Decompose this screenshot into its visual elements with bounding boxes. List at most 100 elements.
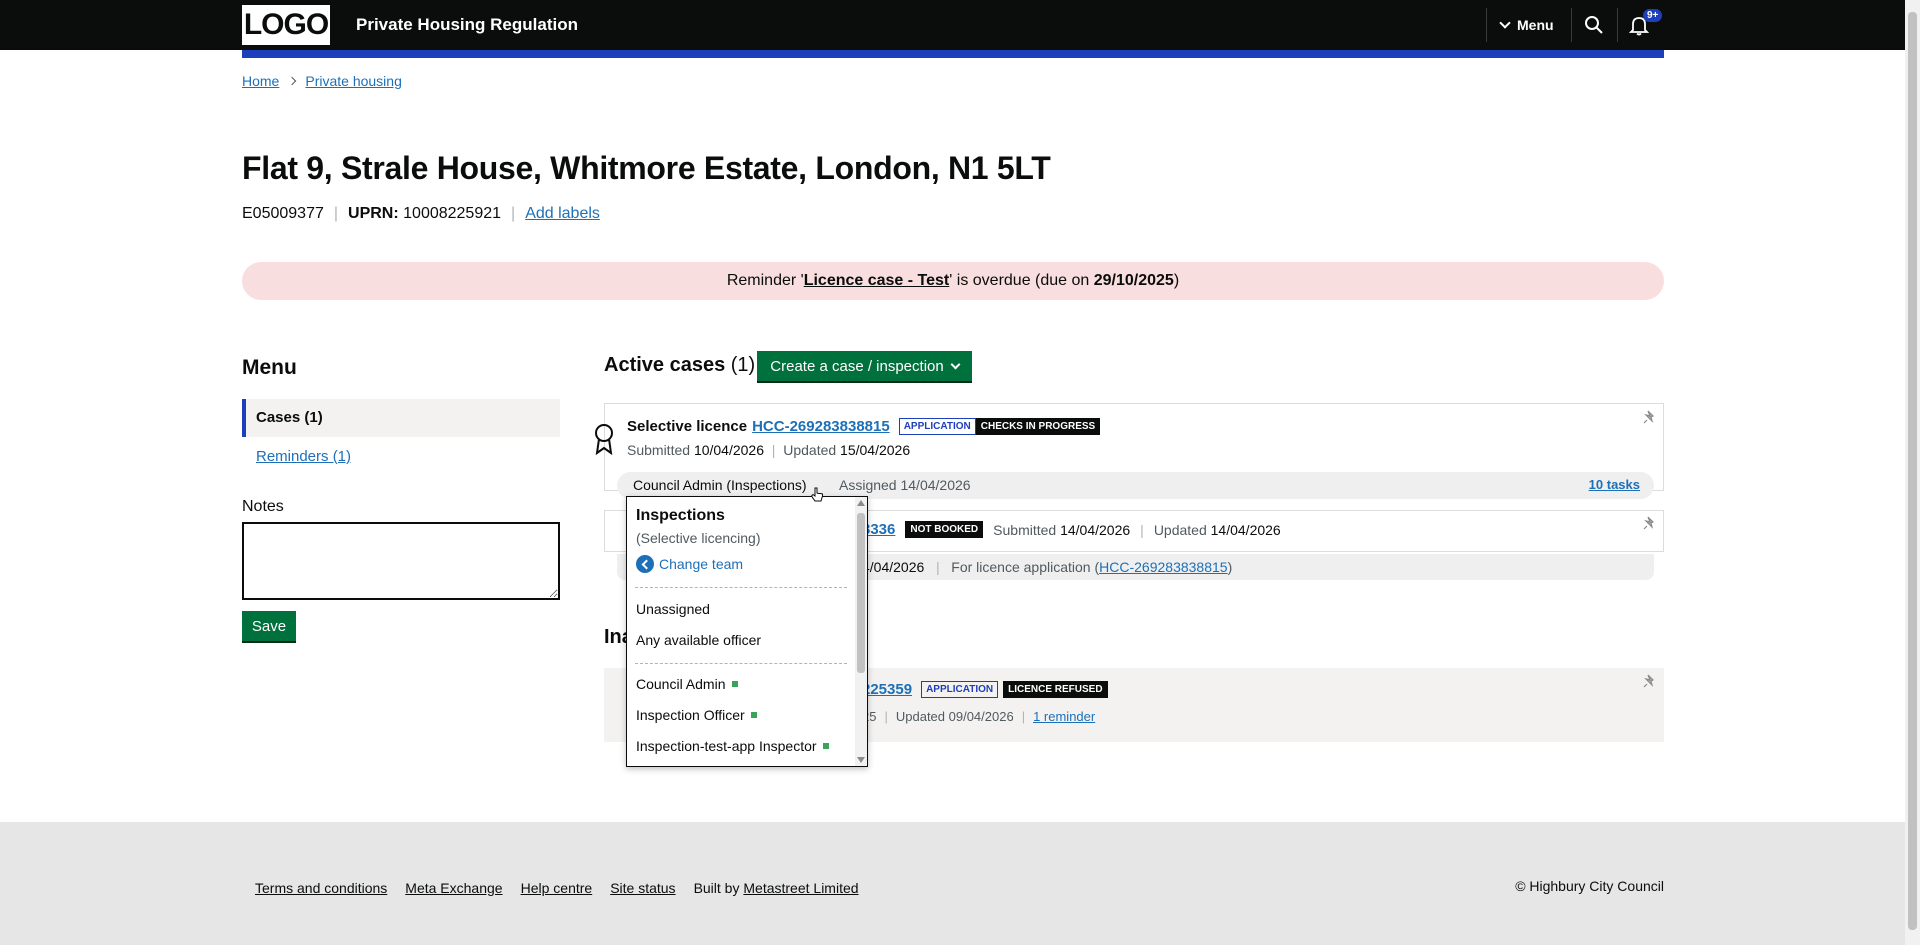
reminder-link[interactable]: Licence case - Test [804, 272, 950, 289]
header-divider [1617, 8, 1618, 42]
meta-separator: | [884, 709, 888, 724]
notes-textarea[interactable] [242, 522, 560, 600]
dropdown-divider [635, 663, 847, 664]
assignee-dropdown-trigger[interactable]: Council Admin (Inspections) [633, 477, 807, 493]
for-licence-prefix: For licence application ( [951, 559, 1100, 575]
logo[interactable]: LOGO [242, 5, 330, 45]
uprn-label: UPRN: [348, 205, 399, 222]
inspection-row: 3336 NOT BOOKED Submitted 14/04/2026 | U… [862, 521, 1281, 538]
submitted-date: 10/04/2026 [693, 442, 765, 458]
for-licence-suffix: ) [1227, 559, 1233, 575]
inactive-stage-tag: APPLICATION [921, 681, 999, 698]
officer-name: Inspection-test-app Inspector [636, 738, 817, 754]
pin-icon[interactable] [1643, 410, 1657, 424]
case-title: Selective licence HCC-269283838815 APPLI… [627, 418, 1101, 435]
scroll-down-icon[interactable] [857, 757, 865, 763]
footer-link-help-centre[interactable]: Help centre [521, 880, 593, 896]
tasks-link[interactable]: 10 tasks [1589, 477, 1640, 492]
active-cases-label: Active cases [604, 354, 726, 376]
option-officer[interactable]: Inspection-test-app Inspector [636, 738, 829, 754]
page-title: Flat 9, Strale House, Whitmore Estate, L… [242, 150, 1051, 186]
submitted-label: Submitted [627, 442, 691, 458]
updated-label: Updated [783, 442, 837, 458]
online-status-icon [750, 712, 757, 718]
reminder-suffix: ) [1173, 272, 1180, 289]
save-notes-button[interactable]: Save [242, 611, 296, 641]
scroll-up-icon[interactable] [857, 500, 865, 506]
inspection-date: 4/04/2026 [862, 559, 925, 575]
sidebar-item-reminders[interactable]: Reminders (1) [256, 448, 351, 465]
footer-link-meta-exchange[interactable]: Meta Exchange [405, 880, 502, 896]
sidebar-item-cases[interactable]: Cases (1) [242, 399, 560, 437]
meta-separator: | [1021, 709, 1026, 724]
dropdown-team-title: Inspections [636, 507, 725, 524]
inactive-case-reference-link[interactable]: 225359 [862, 681, 912, 698]
breadcrumb-private-housing[interactable]: Private housing [305, 73, 402, 89]
change-team-button[interactable]: Change team [636, 555, 743, 573]
footer-links: Terms and conditions Meta Exchange Help … [255, 880, 859, 896]
case-assignment-bar: Council Admin (Inspections) Assigned 14/… [617, 472, 1654, 499]
dropdown-scroll-thumb[interactable] [857, 513, 865, 673]
create-case-button[interactable]: Create a case / inspection [757, 351, 972, 381]
notes-label: Notes [242, 498, 284, 515]
meta-separator: | [767, 442, 780, 458]
reminder-middle: ' is overdue (due on [949, 272, 1094, 289]
header-menu-label: Menu [1517, 17, 1554, 33]
for-licence-link[interactable]: HCC-269283838815 [1099, 559, 1227, 575]
meta-separator: | [511, 205, 516, 222]
uprn: UPRN: 10008225921 [348, 205, 501, 223]
inspection-status-tag: NOT BOOKED [905, 521, 984, 538]
change-team-label: Change team [659, 556, 744, 572]
assigned-date: Assigned 14/04/2026 [839, 477, 971, 493]
meta-separator: | [1140, 521, 1144, 538]
officer-name: Inspection Officer [636, 707, 745, 723]
option-any-available-officer[interactable]: Any available officer [636, 632, 761, 648]
header-divider [1571, 8, 1572, 42]
assignee-dropdown: Inspections (Selective licencing) Change… [626, 496, 868, 767]
chevron-down-icon [1499, 16, 1511, 29]
updated-label: Updated [1153, 521, 1207, 538]
inactive-case-title: 225359 APPLICATION LICENCE REFUSED [862, 681, 1108, 698]
uprn-value: 10008225921 [403, 205, 502, 222]
footer-link-site-status[interactable]: Site status [610, 880, 675, 896]
inactive-updated: Updated 09/04/2026 [895, 709, 1014, 724]
option-officer[interactable]: Inspection Officer [636, 707, 757, 723]
page-scroll-thumb[interactable] [1908, 12, 1917, 930]
pin-icon[interactable] [1643, 516, 1657, 530]
search-icon[interactable] [1583, 14, 1605, 36]
top-header: LOGO Private Housing Regulation Menu 9+ [0, 0, 1905, 50]
breadcrumb: Home Private housing [242, 73, 402, 89]
reminder-count-link[interactable]: 1 reminder [1033, 709, 1095, 724]
sidebar-title: Menu [242, 356, 297, 379]
online-status-icon [822, 743, 829, 749]
property-meta: E05009377 | UPRN: 10008225921 | Add labe… [242, 205, 600, 223]
updated-date: 15/04/2026 [840, 442, 911, 458]
header-menu-button[interactable]: Menu [1499, 16, 1554, 33]
inactive-status-tag: LICENCE REFUSED [1003, 681, 1108, 698]
active-cases-count: (1) [730, 354, 756, 376]
award-icon [595, 424, 613, 455]
updated-date: 14/04/2026 [1210, 521, 1281, 538]
case-reference-link[interactable]: HCC-269283838815 [752, 418, 890, 435]
inspection-detail: 4/04/2026 | For licence application (HCC… [862, 559, 1232, 575]
meta-separator: | [928, 559, 948, 575]
case-dates: Submitted 10/04/2026 | Updated 15/04/202… [627, 442, 910, 458]
submitted-date: 14/04/2026 [1060, 521, 1131, 538]
submitted-label: Submitted [993, 521, 1057, 538]
footer-link-metastreet[interactable]: Metastreet Limited [743, 880, 858, 896]
dropdown-team-subtitle: (Selective licencing) [636, 530, 761, 546]
footer-link-terms[interactable]: Terms and conditions [255, 880, 387, 896]
option-unassigned[interactable]: Unassigned [636, 601, 710, 617]
add-labels-link[interactable]: Add labels [525, 205, 600, 223]
breadcrumb-home[interactable]: Home [242, 73, 279, 89]
active-cases-heading: Active cases (1) [604, 354, 755, 377]
app-title[interactable]: Private Housing Regulation [356, 15, 578, 35]
dropdown-divider [635, 587, 847, 588]
option-officer[interactable]: Council Admin [636, 676, 738, 692]
built-by: Built by Metastreet Limited [694, 880, 859, 896]
pin-icon[interactable] [1643, 674, 1657, 688]
create-case-label: Create a case / inspection [770, 357, 944, 375]
inactive-case-dates: 25 | Updated 09/04/2026 | 1 reminder [862, 709, 1095, 724]
case-stage-tag: APPLICATION [898, 418, 976, 435]
header-accent-bar [242, 50, 1664, 58]
